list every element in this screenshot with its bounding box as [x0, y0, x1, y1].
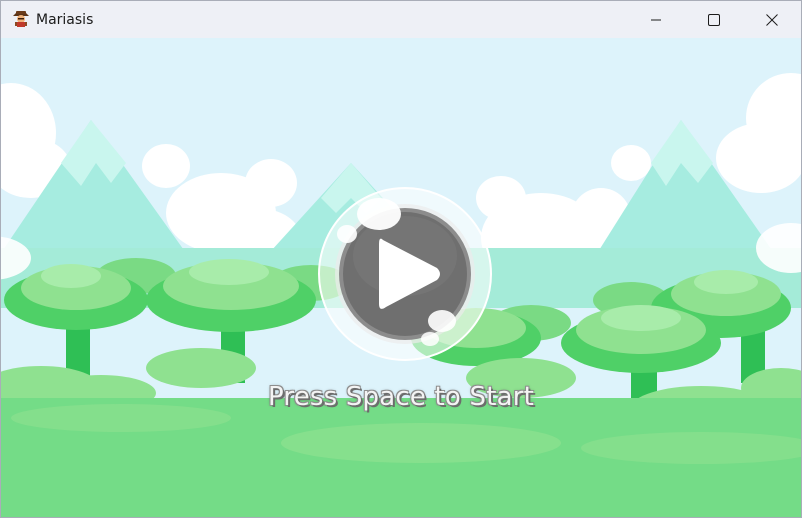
play-button[interactable] — [317, 186, 493, 362]
game-window: Mariasis Press Space to Start — [0, 0, 802, 518]
character-icon — [13, 11, 29, 27]
minimize-icon — [651, 19, 661, 20]
close-icon — [766, 13, 778, 26]
window-title: Mariasis — [36, 12, 94, 28]
minimize-button[interactable] — [627, 1, 685, 38]
maximize-button[interactable] — [685, 1, 743, 38]
maximize-icon — [708, 13, 720, 26]
start-prompt: Press Space to Start — [267, 382, 535, 412]
game-viewport[interactable]: Press Space to Start — [1, 38, 801, 517]
close-button[interactable] — [743, 1, 801, 38]
title-bar[interactable]: Mariasis — [1, 1, 801, 38]
